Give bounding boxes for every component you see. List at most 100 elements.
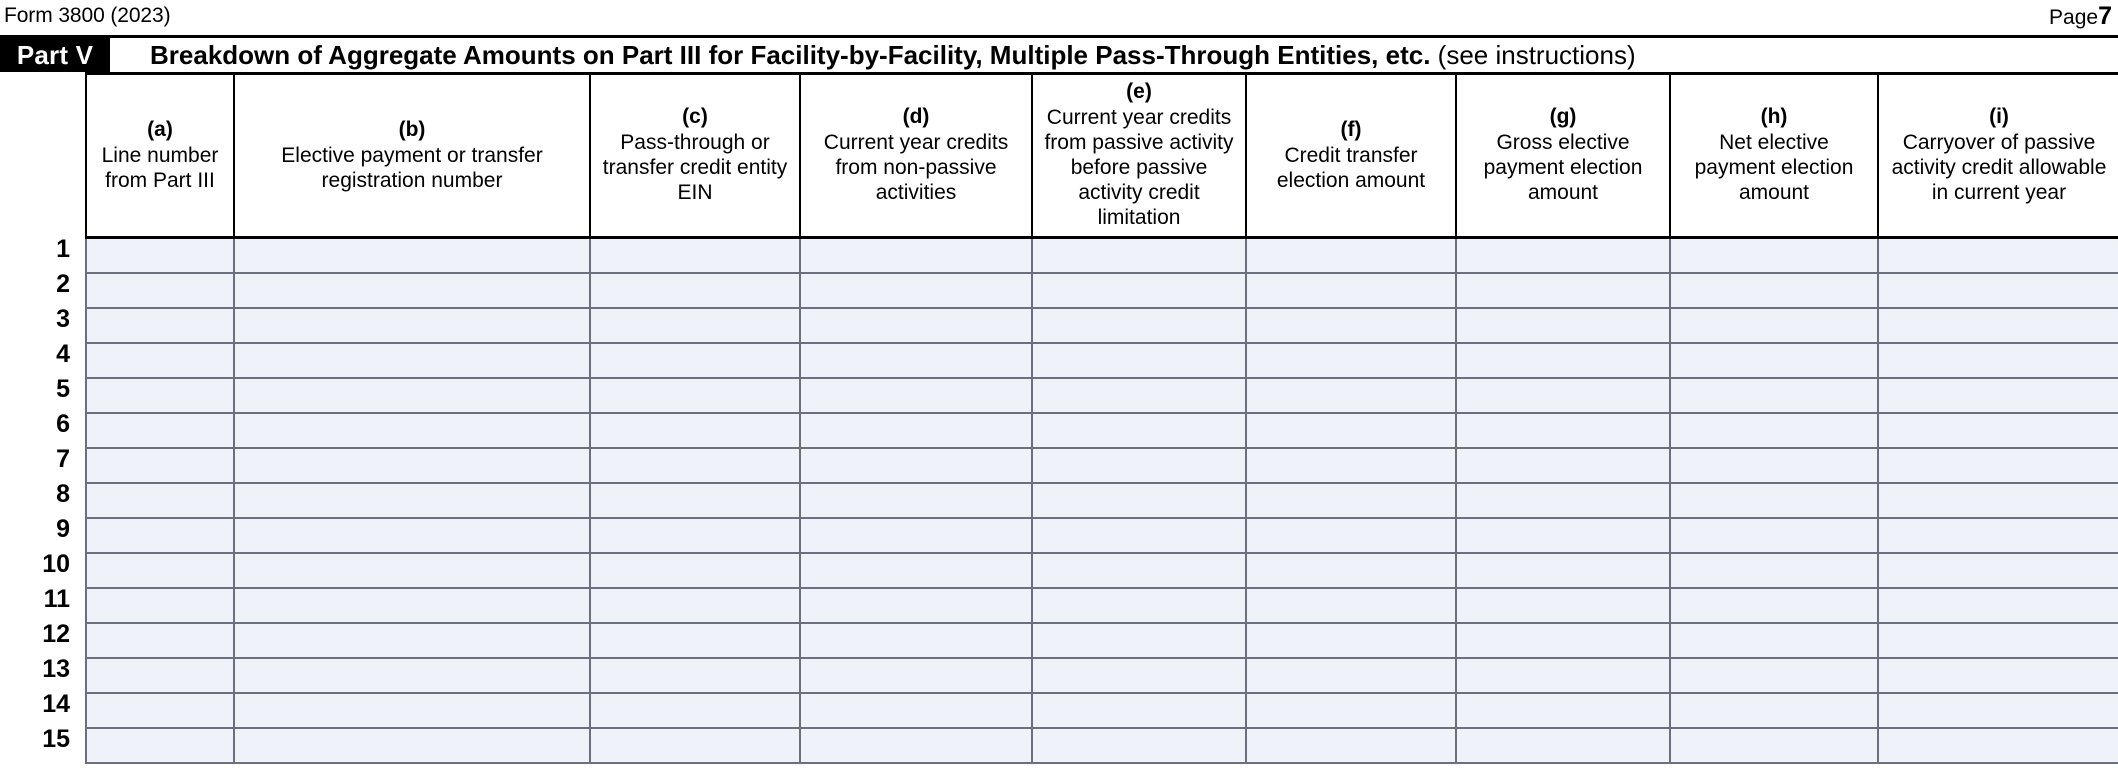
cell-b-10[interactable] xyxy=(233,551,591,588)
cell-a-13[interactable] xyxy=(85,656,235,693)
cell-f-9[interactable] xyxy=(1245,516,1457,553)
cell-c-8[interactable] xyxy=(589,481,801,518)
cell-b-14[interactable] xyxy=(233,691,591,728)
cell-g-15[interactable] xyxy=(1455,726,1671,764)
cell-f-2[interactable] xyxy=(1245,271,1457,308)
cell-c-6[interactable] xyxy=(589,411,801,448)
cell-h-9[interactable] xyxy=(1669,516,1879,553)
cell-i-10[interactable] xyxy=(1877,551,2118,588)
cell-f-7[interactable] xyxy=(1245,446,1457,483)
cell-f-8[interactable] xyxy=(1245,481,1457,518)
cell-i-14[interactable] xyxy=(1877,691,2118,728)
cell-c-2[interactable] xyxy=(589,271,801,308)
cell-i-12[interactable] xyxy=(1877,621,2118,658)
cell-e-11[interactable] xyxy=(1031,586,1247,623)
cell-g-11[interactable] xyxy=(1455,586,1671,623)
cell-g-2[interactable] xyxy=(1455,271,1671,308)
cell-i-11[interactable] xyxy=(1877,586,2118,623)
cell-i-9[interactable] xyxy=(1877,516,2118,553)
cell-d-4[interactable] xyxy=(799,341,1033,378)
cell-i-3[interactable] xyxy=(1877,306,2118,343)
cell-a-1[interactable] xyxy=(85,236,235,273)
cell-b-11[interactable] xyxy=(233,586,591,623)
cell-e-9[interactable] xyxy=(1031,516,1247,553)
cell-b-7[interactable] xyxy=(233,446,591,483)
cell-f-4[interactable] xyxy=(1245,341,1457,378)
cell-b-3[interactable] xyxy=(233,306,591,343)
cell-d-13[interactable] xyxy=(799,656,1033,693)
cell-b-13[interactable] xyxy=(233,656,591,693)
cell-f-5[interactable] xyxy=(1245,376,1457,413)
cell-d-10[interactable] xyxy=(799,551,1033,588)
cell-f-12[interactable] xyxy=(1245,621,1457,658)
cell-b-2[interactable] xyxy=(233,271,591,308)
cell-f-11[interactable] xyxy=(1245,586,1457,623)
cell-c-7[interactable] xyxy=(589,446,801,483)
cell-h-10[interactable] xyxy=(1669,551,1879,588)
cell-c-14[interactable] xyxy=(589,691,801,728)
cell-e-6[interactable] xyxy=(1031,411,1247,448)
cell-d-9[interactable] xyxy=(799,516,1033,553)
cell-a-12[interactable] xyxy=(85,621,235,658)
cell-d-11[interactable] xyxy=(799,586,1033,623)
cell-c-1[interactable] xyxy=(589,236,801,273)
cell-c-12[interactable] xyxy=(589,621,801,658)
cell-g-13[interactable] xyxy=(1455,656,1671,693)
cell-a-11[interactable] xyxy=(85,586,235,623)
cell-c-10[interactable] xyxy=(589,551,801,588)
cell-f-14[interactable] xyxy=(1245,691,1457,728)
cell-a-6[interactable] xyxy=(85,411,235,448)
cell-d-5[interactable] xyxy=(799,376,1033,413)
cell-e-2[interactable] xyxy=(1031,271,1247,308)
cell-h-7[interactable] xyxy=(1669,446,1879,483)
cell-f-10[interactable] xyxy=(1245,551,1457,588)
cell-d-2[interactable] xyxy=(799,271,1033,308)
cell-d-8[interactable] xyxy=(799,481,1033,518)
cell-d-6[interactable] xyxy=(799,411,1033,448)
cell-h-2[interactable] xyxy=(1669,271,1879,308)
cell-c-11[interactable] xyxy=(589,586,801,623)
cell-i-13[interactable] xyxy=(1877,656,2118,693)
cell-g-4[interactable] xyxy=(1455,341,1671,378)
cell-a-10[interactable] xyxy=(85,551,235,588)
cell-g-8[interactable] xyxy=(1455,481,1671,518)
cell-g-5[interactable] xyxy=(1455,376,1671,413)
cell-i-6[interactable] xyxy=(1877,411,2118,448)
cell-a-8[interactable] xyxy=(85,481,235,518)
cell-d-14[interactable] xyxy=(799,691,1033,728)
cell-b-5[interactable] xyxy=(233,376,591,413)
cell-h-4[interactable] xyxy=(1669,341,1879,378)
cell-h-11[interactable] xyxy=(1669,586,1879,623)
cell-b-6[interactable] xyxy=(233,411,591,448)
cell-e-13[interactable] xyxy=(1031,656,1247,693)
cell-g-14[interactable] xyxy=(1455,691,1671,728)
cell-b-1[interactable] xyxy=(233,236,591,273)
cell-i-5[interactable] xyxy=(1877,376,2118,413)
cell-e-14[interactable] xyxy=(1031,691,1247,728)
cell-a-4[interactable] xyxy=(85,341,235,378)
cell-a-2[interactable] xyxy=(85,271,235,308)
cell-i-1[interactable] xyxy=(1877,236,2118,273)
cell-b-15[interactable] xyxy=(233,726,591,764)
cell-e-7[interactable] xyxy=(1031,446,1247,483)
cell-g-10[interactable] xyxy=(1455,551,1671,588)
cell-f-13[interactable] xyxy=(1245,656,1457,693)
cell-d-3[interactable] xyxy=(799,306,1033,343)
cell-h-8[interactable] xyxy=(1669,481,1879,518)
cell-c-4[interactable] xyxy=(589,341,801,378)
cell-a-7[interactable] xyxy=(85,446,235,483)
cell-c-5[interactable] xyxy=(589,376,801,413)
cell-h-15[interactable] xyxy=(1669,726,1879,764)
cell-i-2[interactable] xyxy=(1877,271,2118,308)
cell-i-15[interactable] xyxy=(1877,726,2118,764)
cell-g-7[interactable] xyxy=(1455,446,1671,483)
cell-g-1[interactable] xyxy=(1455,236,1671,273)
cell-e-12[interactable] xyxy=(1031,621,1247,658)
cell-g-3[interactable] xyxy=(1455,306,1671,343)
cell-d-1[interactable] xyxy=(799,236,1033,273)
cell-f-1[interactable] xyxy=(1245,236,1457,273)
cell-a-9[interactable] xyxy=(85,516,235,553)
cell-b-12[interactable] xyxy=(233,621,591,658)
cell-b-4[interactable] xyxy=(233,341,591,378)
cell-e-10[interactable] xyxy=(1031,551,1247,588)
